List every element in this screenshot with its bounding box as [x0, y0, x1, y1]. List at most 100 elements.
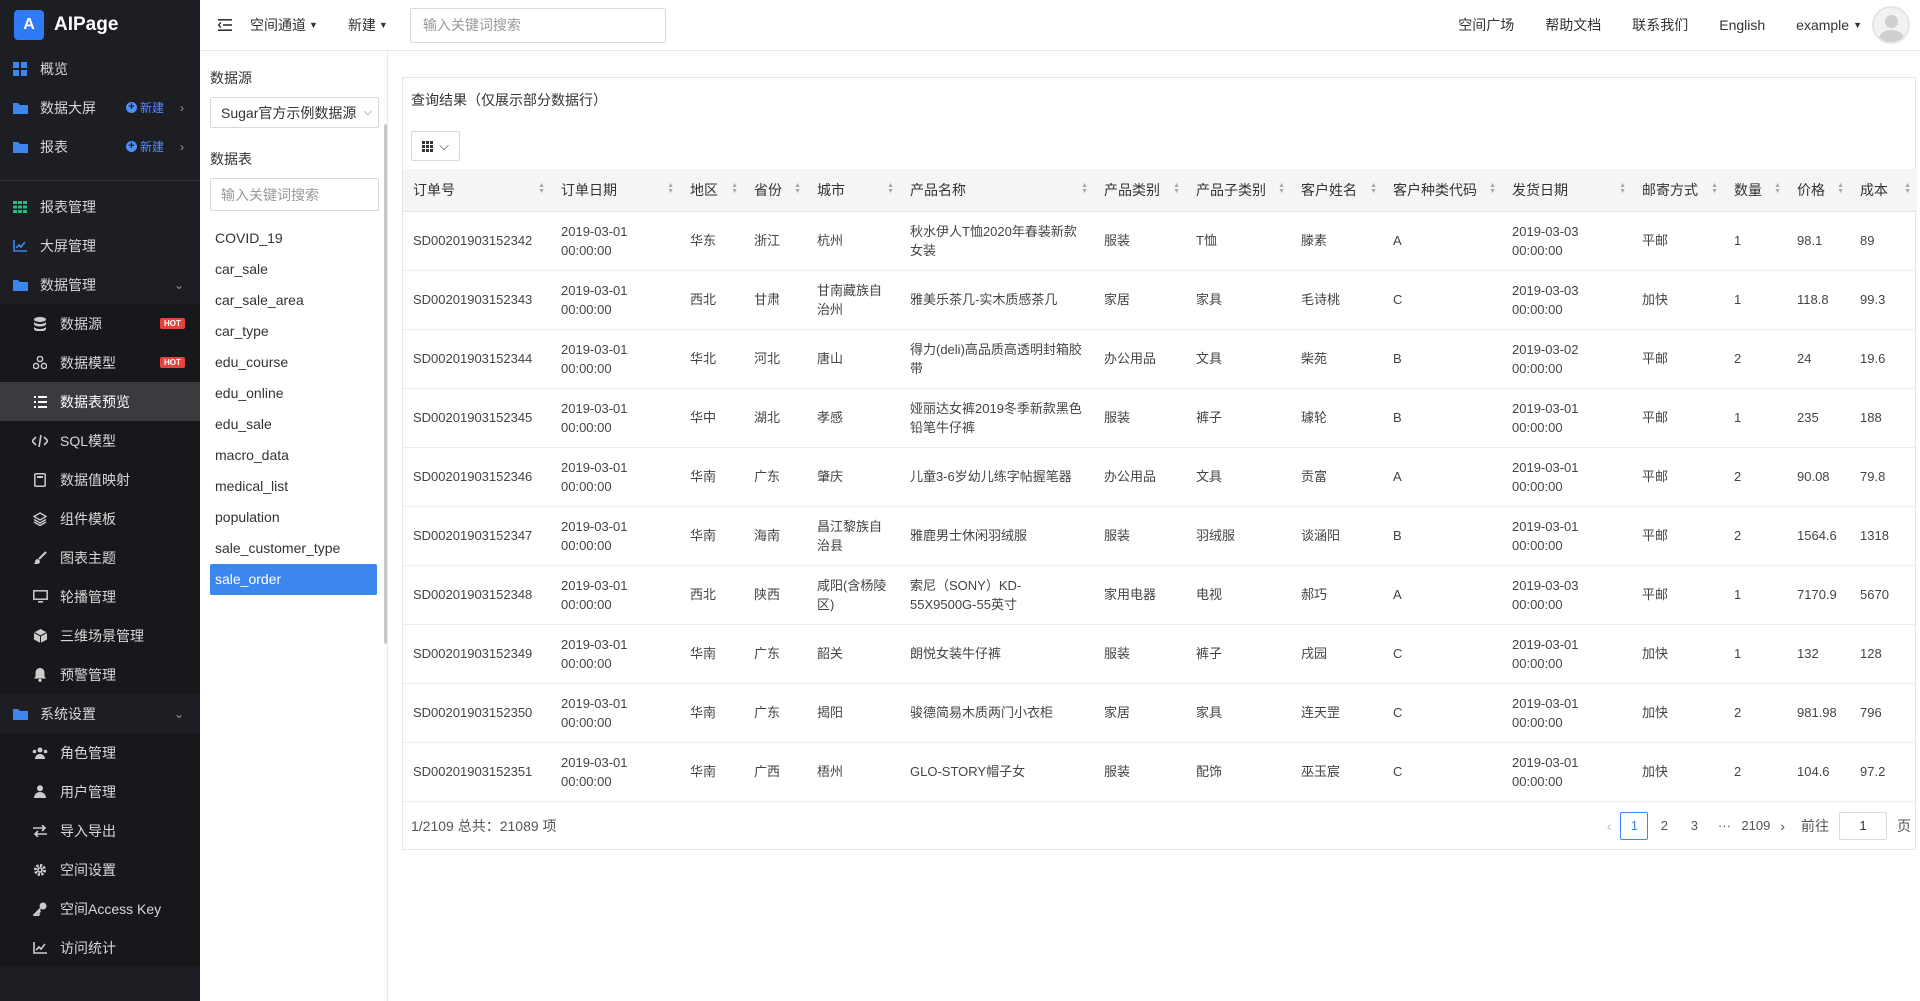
column-header[interactable]: 邮寄方式 ▲ ▼: [1632, 169, 1724, 212]
sidebar-item-system-settings[interactable]: 系统设置 ⌄: [0, 694, 200, 733]
sidebar-item-alert[interactable]: 预警管理: [0, 655, 200, 694]
column-header[interactable]: 订单日期 ▲ ▼: [551, 169, 680, 212]
datasource-select[interactable]: Sugar官方示例数据源 ⌵: [210, 97, 379, 128]
sidebar-item-bigscreen[interactable]: 数据大屏 + 新建 ›: [0, 88, 200, 127]
sort-icon[interactable]: ▲ ▼: [1619, 182, 1626, 195]
sidebar-item-report-mgmt[interactable]: 报表管理: [0, 187, 200, 226]
contact-us-link[interactable]: 联系我们: [1632, 15, 1688, 35]
sidebar-item-space-settings[interactable]: 空间设置: [0, 850, 200, 889]
page-number[interactable]: 3: [1680, 812, 1708, 840]
column-header-label: 成本: [1860, 181, 1888, 198]
column-header[interactable]: 城市 ▲ ▼: [807, 169, 900, 212]
sidebar-item-datamodel[interactable]: 数据模型 HOT: [0, 343, 200, 382]
sort-icon[interactable]: ▲ ▼: [538, 182, 545, 195]
column-header[interactable]: 地区 ▲ ▼: [680, 169, 744, 212]
new-report-button[interactable]: + 新建: [126, 138, 164, 155]
sidebar-item-datasource[interactable]: 数据源 HOT: [0, 304, 200, 343]
new-bigscreen-button[interactable]: + 新建: [126, 99, 164, 116]
topbar-right: 空间广场 帮助文档 联系我们 English example ▼: [1458, 0, 1920, 50]
sort-icon[interactable]: ▲ ▼: [1837, 182, 1844, 195]
page-number[interactable]: 2: [1650, 812, 1678, 840]
table-list-item[interactable]: edu_sale: [210, 409, 377, 440]
table-list-item[interactable]: car_sale: [210, 254, 377, 285]
sidebar-item-access-stats[interactable]: 访问统计: [0, 928, 200, 967]
column-header[interactable]: 客户姓名 ▲ ▼: [1291, 169, 1383, 212]
column-header[interactable]: 产品子类别 ▲ ▼: [1186, 169, 1291, 212]
column-header[interactable]: 订单号 ▲ ▼: [403, 169, 551, 212]
sidebar-item-screen-mgmt[interactable]: 大屏管理: [0, 226, 200, 265]
space-channel-dropdown[interactable]: 空间通道 ▼: [250, 15, 318, 35]
table-cell: 79.8: [1850, 447, 1917, 507]
sidebar-item-carousel[interactable]: 轮播管理: [0, 577, 200, 616]
sidebar-item-label: 用户管理: [60, 783, 116, 800]
page-number[interactable]: 2109: [1740, 812, 1771, 840]
sort-icon[interactable]: ▲ ▼: [667, 182, 674, 195]
brand[interactable]: A AIPage: [0, 0, 200, 49]
column-header-label: 客户种类代码: [1393, 181, 1477, 198]
sort-icon[interactable]: ▲ ▼: [1711, 182, 1718, 195]
column-header[interactable]: 成本 ▲ ▼: [1850, 169, 1917, 212]
column-header[interactable]: 价格 ▲ ▼: [1787, 169, 1850, 212]
space-square-link[interactable]: 空间广场: [1458, 15, 1514, 35]
page-ellipsis[interactable]: ···: [1710, 812, 1738, 840]
sort-icon[interactable]: ▲ ▼: [1173, 182, 1180, 195]
sort-icon[interactable]: ▲ ▼: [1489, 182, 1496, 195]
sidebar-item-table-preview[interactable]: 数据表预览: [0, 382, 200, 421]
table-list-item[interactable]: car_type: [210, 316, 377, 347]
page-number[interactable]: 1: [1620, 812, 1649, 840]
sidebar-item-3d-scene[interactable]: 三维场景管理: [0, 616, 200, 655]
sort-icon[interactable]: ▲ ▼: [731, 182, 738, 195]
column-header[interactable]: 省份 ▲ ▼: [744, 169, 807, 212]
goto-page-input[interactable]: 1: [1839, 812, 1887, 840]
help-docs-link[interactable]: 帮助文档: [1545, 15, 1601, 35]
sidebar-item-user-mgmt[interactable]: 用户管理: [0, 772, 200, 811]
sort-icon[interactable]: ▲ ▼: [1081, 182, 1088, 195]
column-header[interactable]: 产品类别 ▲ ▼: [1094, 169, 1186, 212]
prev-page-icon[interactable]: ‹: [1607, 818, 1612, 834]
sidebar-item-report[interactable]: 报表 + 新建 ›: [0, 127, 200, 166]
language-link[interactable]: English: [1719, 17, 1765, 33]
sidebar-item-access-key[interactable]: 空间Access Key: [0, 889, 200, 928]
table-list-item[interactable]: edu_course: [210, 347, 377, 378]
column-header[interactable]: 发货日期 ▲ ▼: [1502, 169, 1632, 212]
sidebar-item-role-mgmt[interactable]: 角色管理: [0, 733, 200, 772]
table-search-input[interactable]: 输入关键词搜索: [210, 178, 379, 211]
user-menu[interactable]: example ▼: [1796, 6, 1910, 44]
search-input[interactable]: 输入关键词搜索: [409, 7, 666, 43]
sort-icon[interactable]: ▲ ▼: [1904, 182, 1911, 195]
sort-icon[interactable]: ▲ ▼: [1774, 182, 1781, 195]
sort-icon[interactable]: ▲ ▼: [1370, 182, 1377, 195]
table-cell: 文具: [1186, 329, 1291, 389]
scrollbar[interactable]: [384, 124, 387, 644]
sidebar-item-sql-model[interactable]: SQL模型: [0, 421, 200, 460]
sidebar-item-value-mapping[interactable]: 数据值映射: [0, 460, 200, 499]
sidebar-item-overview[interactable]: 概览: [0, 49, 200, 88]
sort-icon[interactable]: ▲ ▼: [1278, 182, 1285, 195]
sidebar-item-label: 数据值映射: [60, 471, 130, 488]
table-cell: 平邮: [1632, 565, 1724, 625]
menu-toggle-icon[interactable]: [200, 19, 250, 31]
avatar[interactable]: [1872, 6, 1910, 44]
column-header[interactable]: 数量 ▲ ▼: [1724, 169, 1787, 212]
sidebar-item-chart-theme[interactable]: 图表主题: [0, 538, 200, 577]
table-list-item[interactable]: car_sale_area: [210, 285, 377, 316]
sidebar-item-component-template[interactable]: 组件模板: [0, 499, 200, 538]
table-list-item[interactable]: sale_order: [210, 564, 377, 595]
table-cell: 104.6: [1787, 742, 1850, 802]
table-list-item[interactable]: medical_list: [210, 471, 377, 502]
column-header[interactable]: 产品名称 ▲ ▼: [900, 169, 1094, 212]
table-list-item[interactable]: COVID_19: [210, 223, 377, 254]
column-settings-button[interactable]: ⌵: [411, 131, 460, 161]
table-list-item[interactable]: population: [210, 502, 377, 533]
table-cell: 华南: [680, 624, 744, 684]
table-list-item[interactable]: macro_data: [210, 440, 377, 471]
new-dropdown[interactable]: 新建 ▼: [348, 15, 388, 35]
table-list-item[interactable]: edu_online: [210, 378, 377, 409]
sort-icon[interactable]: ▲ ▼: [794, 182, 801, 195]
sidebar-item-data-mgmt[interactable]: 数据管理 ⌄: [0, 265, 200, 304]
table-list-item[interactable]: sale_customer_type: [210, 533, 377, 564]
sidebar-item-import-export[interactable]: 导入导出: [0, 811, 200, 850]
column-header[interactable]: 客户种类代码 ▲ ▼: [1383, 169, 1502, 212]
sort-icon[interactable]: ▲ ▼: [887, 182, 894, 195]
next-page-icon[interactable]: ›: [1780, 818, 1785, 834]
